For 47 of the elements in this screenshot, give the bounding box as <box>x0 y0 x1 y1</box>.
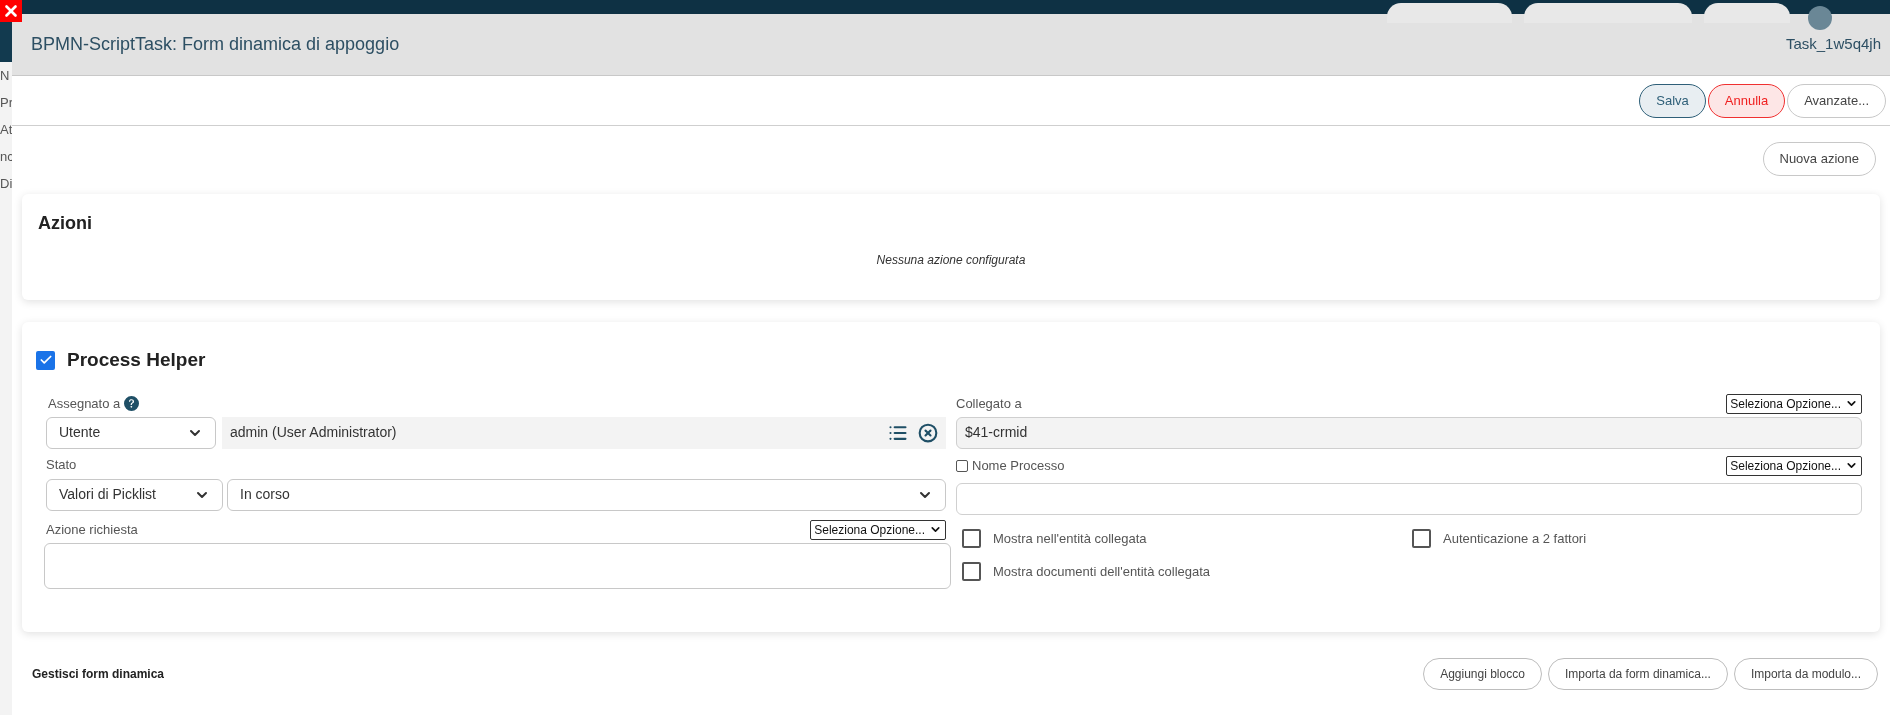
card-title: Process Helper <box>67 348 206 372</box>
avatar-icon[interactable] <box>1808 6 1832 30</box>
top-tab[interactable] <box>1704 3 1790 23</box>
process-name-field[interactable] <box>956 482 1862 515</box>
option-select[interactable]: Seleziona Opzione... <box>1726 393 1862 414</box>
card-title: Azioni <box>38 212 93 235</box>
source-select[interactable]: Valori di Picklist <box>46 478 223 511</box>
linked-field[interactable]: $41-crmid <box>956 416 1862 449</box>
option-label: Autenticazione a 2 fattori <box>1443 529 1587 548</box>
field-label: Stato <box>46 455 78 474</box>
checkbox[interactable] <box>962 562 981 582</box>
checkbox[interactable] <box>956 459 968 472</box>
status-select[interactable]: In corso <box>227 478 946 511</box>
toolbar-button[interactable]: Annulla <box>1707 83 1786 118</box>
checkbox[interactable] <box>1412 528 1431 548</box>
empty-message: Nessuna azione configurata <box>875 252 1027 269</box>
form-action-button[interactable]: Importa da modulo... <box>1733 658 1878 690</box>
clear-icon[interactable] <box>918 422 938 443</box>
background-label: At <box>0 120 12 139</box>
field-label: Nome Processo <box>972 456 1065 475</box>
option-select[interactable]: Seleziona Opzione... <box>810 519 946 540</box>
close-button[interactable] <box>0 0 22 22</box>
new-action-button[interactable]: Nuova azione <box>1762 142 1876 176</box>
form-action-button[interactable]: Importa da form dinamica... <box>1547 658 1728 690</box>
close-icon <box>2 2 20 20</box>
option-select[interactable]: Seleziona Opzione... <box>1726 455 1862 476</box>
toolbar-button[interactable]: Salva <box>1639 83 1706 118</box>
field-label: Collegato a <box>956 394 1022 413</box>
option-label: Mostra documenti dell'entità collegata <box>993 563 1211 581</box>
top-tab[interactable] <box>1387 3 1512 23</box>
background-label: N <box>0 66 11 85</box>
checkbox[interactable] <box>962 528 981 548</box>
type-select[interactable]: Utente <box>46 416 216 449</box>
background-label: Di <box>0 174 12 193</box>
form-action-button[interactable]: Aggiungi blocco <box>1423 658 1542 690</box>
field-label: Assegnato a <box>48 394 121 413</box>
checkbox[interactable] <box>36 350 55 370</box>
help-icon[interactable] <box>124 396 140 411</box>
option-label: Mostra nell'entità collegata <box>993 529 1147 548</box>
toolbar-button[interactable]: Avanzate... <box>1787 83 1886 118</box>
user-field[interactable]: admin (User Administrator) <box>222 416 946 449</box>
section-title: Gestisci form dinamica <box>32 666 165 683</box>
task-id: Task_1w5q4jh <box>1785 34 1881 55</box>
background-label: Pr <box>0 93 12 112</box>
dialog-title: BPMN-ScriptTask: Form dinamica di appoggio <box>31 33 400 56</box>
top-tab[interactable] <box>1524 3 1692 23</box>
field-label: Azione richiesta <box>46 520 138 539</box>
